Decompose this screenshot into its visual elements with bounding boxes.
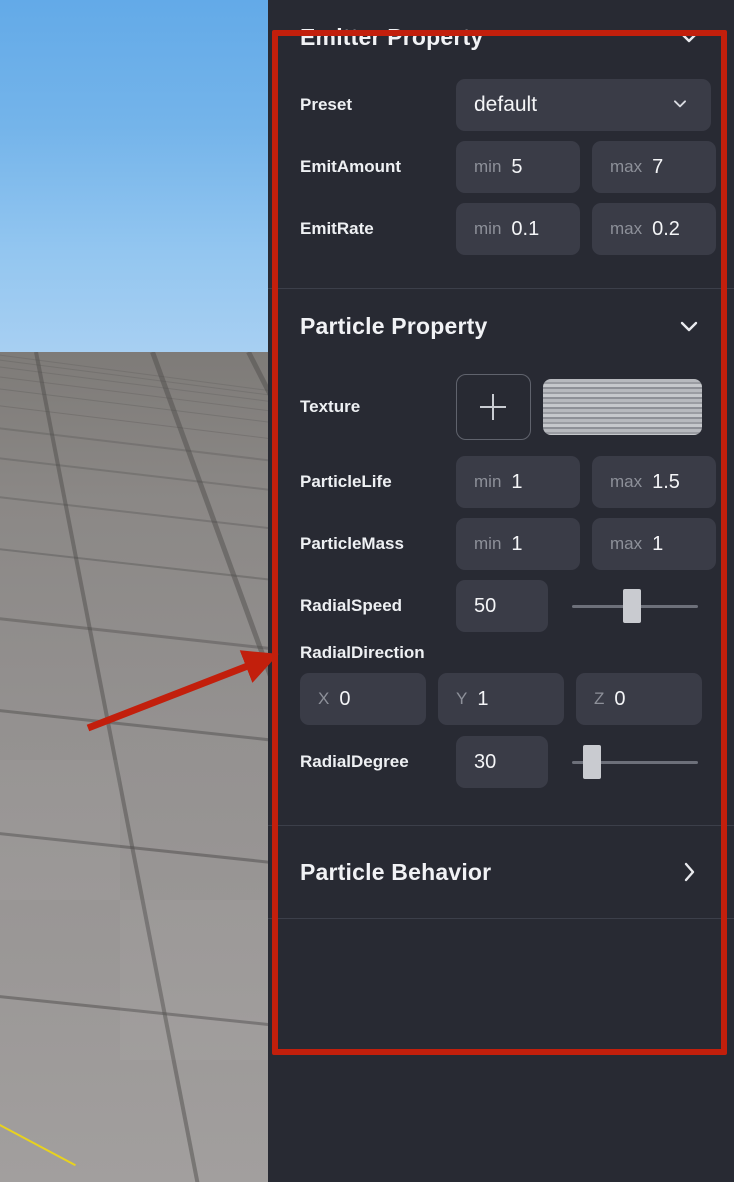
particle-life-max-input[interactable]: max 1.5 xyxy=(592,456,716,508)
sky-gradient xyxy=(0,0,268,360)
row-label-particle-life: ParticleLife xyxy=(300,472,392,491)
particle-life-min-input[interactable]: min 1 xyxy=(456,456,580,508)
min-value: 1 xyxy=(511,470,523,493)
min-value: 0.1 xyxy=(511,217,540,240)
row-particle-life: ParticleLife min 1 max 1.5 xyxy=(300,451,716,513)
max-prefix: max xyxy=(610,534,643,553)
row-radial-degree: RadialDegree 30 xyxy=(300,731,702,793)
row-emit-amount: EmitAmount min 5 max 7 xyxy=(300,136,716,198)
max-value: 7 xyxy=(652,155,664,178)
max-prefix: max xyxy=(610,472,643,491)
chevron-down-icon[interactable] xyxy=(676,24,702,50)
axis-value-z: 0 xyxy=(614,687,626,710)
radial-direction-x-input[interactable]: X 0 xyxy=(300,673,426,725)
axis-value-x: 0 xyxy=(339,687,351,710)
section-title: Emitter Property xyxy=(300,23,484,50)
emit-rate-min-input[interactable]: min 0.1 xyxy=(456,203,580,255)
radial-direction-z-input[interactable]: Z 0 xyxy=(576,673,702,725)
emit-amount-max-input[interactable]: max 7 xyxy=(592,141,716,193)
particle-mass-max-input[interactable]: max 1 xyxy=(592,518,716,570)
row-texture: Texture xyxy=(300,363,702,451)
axis-prefix-y: Y xyxy=(456,689,468,708)
row-label-emit-rate: EmitRate xyxy=(300,219,374,238)
axis-prefix-x: X xyxy=(318,689,330,708)
row-label-particle-mass: ParticleMass xyxy=(300,534,404,553)
plus-icon xyxy=(480,394,507,420)
min-prefix: min xyxy=(474,219,502,238)
axis-prefix-z: Z xyxy=(594,689,605,708)
section-particle-behavior: Particle Behavior xyxy=(268,826,734,918)
radial-degree-slider[interactable] xyxy=(568,736,702,788)
radial-speed-input[interactable]: 50 xyxy=(456,580,548,632)
max-prefix: max xyxy=(610,219,643,238)
texture-thumbnail[interactable] xyxy=(542,379,702,435)
radial-direction-vector3: X 0 Y 1 Z 0 xyxy=(300,673,702,731)
row-label-radial-speed: RadialSpeed xyxy=(300,596,403,615)
particle-mass-min-input[interactable]: min 1 xyxy=(456,518,580,570)
min-value: 5 xyxy=(511,155,523,178)
axis-value-y: 1 xyxy=(477,687,489,710)
properties-panel: Emitter Property Preset default EmitAmou… xyxy=(268,0,734,1182)
min-prefix: min xyxy=(474,472,502,491)
section-particle-property: Particle Property Texture ParticleLife m… xyxy=(268,289,734,825)
radial-speed-value: 50 xyxy=(474,594,497,617)
slider-thumb[interactable] xyxy=(583,745,602,779)
chevron-right-icon[interactable] xyxy=(676,859,702,885)
chevron-down-icon[interactable] xyxy=(676,313,702,339)
max-value: 1 xyxy=(652,532,664,555)
emit-amount-min-input[interactable]: min 5 xyxy=(456,141,580,193)
max-value: 0.2 xyxy=(652,217,680,240)
row-label-texture: Texture xyxy=(300,397,361,416)
row-preset: Preset default xyxy=(300,74,711,136)
radial-direction-y-input[interactable]: Y 1 xyxy=(438,673,564,725)
min-prefix: min xyxy=(474,534,502,553)
texture-add-button[interactable] xyxy=(456,374,531,440)
radial-speed-slider[interactable] xyxy=(568,580,702,632)
max-value: 1.5 xyxy=(652,470,680,493)
ground-shade-a xyxy=(0,760,120,900)
row-particle-mass: ParticleMass min 1 max 1 xyxy=(300,513,716,575)
row-label-emit-amount: EmitAmount xyxy=(300,157,402,176)
max-prefix: max xyxy=(610,157,643,176)
section-header-emitter-property[interactable]: Emitter Property xyxy=(300,0,702,74)
min-prefix: min xyxy=(474,157,502,176)
section-emitter-property: Emitter Property Preset default EmitAmou… xyxy=(268,0,734,288)
section-title: Particle Behavior xyxy=(300,858,492,885)
radial-degree-input[interactable]: 30 xyxy=(456,736,548,788)
section-header-particle-behavior[interactable]: Particle Behavior xyxy=(300,826,702,918)
row-label-radial-degree: RadialDegree xyxy=(300,752,409,771)
row-radial-speed: RadialSpeed 50 xyxy=(300,575,702,637)
chevron-down-icon[interactable] xyxy=(669,92,695,118)
section-header-particle-property[interactable]: Particle Property xyxy=(300,289,702,363)
slider-thumb[interactable] xyxy=(623,589,642,623)
preset-value: default xyxy=(474,93,538,116)
section-title: Particle Property xyxy=(300,312,488,339)
emit-rate-max-input[interactable]: max 0.2 xyxy=(592,203,716,255)
min-value: 1 xyxy=(511,532,523,555)
row-label-preset: Preset xyxy=(300,95,352,114)
radial-degree-value: 30 xyxy=(474,750,497,773)
3d-scene-viewport[interactable] xyxy=(0,0,268,1182)
row-label-radial-direction: RadialDirection xyxy=(300,643,425,662)
row-emit-rate: EmitRate min 0.1 max 0.2 xyxy=(300,198,716,260)
app-root: Emitter Property Preset default EmitAmou… xyxy=(0,0,734,1182)
preset-select[interactable]: default xyxy=(456,79,711,131)
section-divider xyxy=(268,918,734,919)
ground-shade-b xyxy=(120,900,268,1060)
